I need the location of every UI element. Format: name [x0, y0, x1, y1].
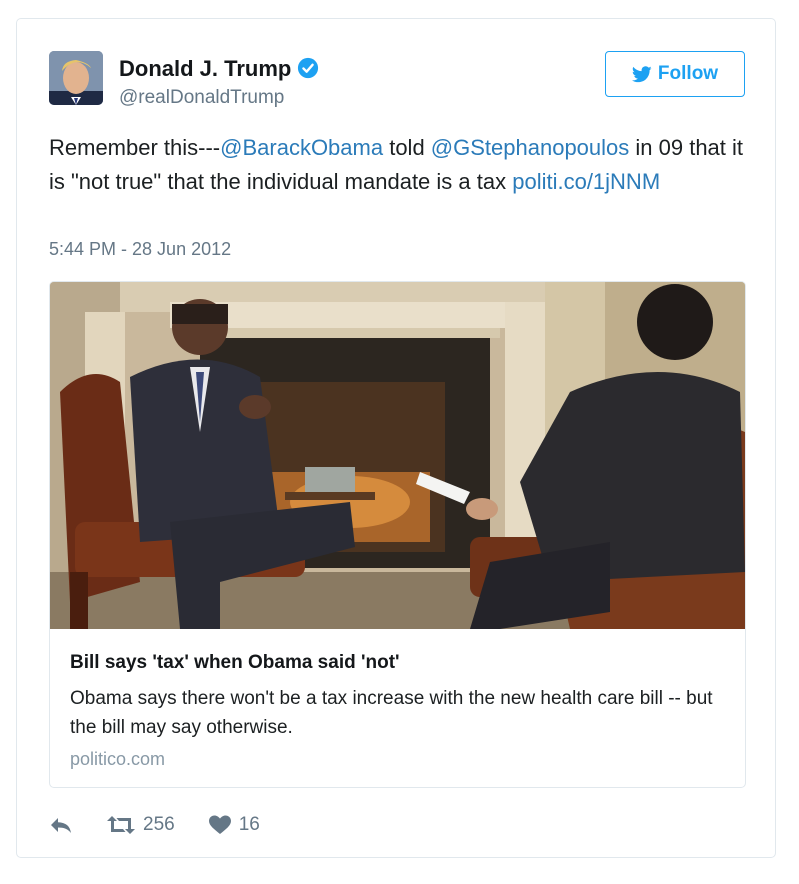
link-card-image[interactable]	[50, 282, 745, 629]
like-count: 16	[238, 814, 260, 835]
mention-barackobama[interactable]: @BarackObama	[220, 135, 383, 160]
link-card-description: Obama says there won't be a tax increase…	[70, 688, 713, 738]
mention-gstephanopoulos[interactable]: @GStephanopoulos	[431, 135, 629, 160]
tweet-text: Remember this---@BarackObama told @GStep…	[49, 131, 749, 199]
display-name-text[interactable]: Donald J. Trump	[119, 56, 291, 81]
tweet-timestamp[interactable]: 5:44 PM - 28 Jun 2012	[49, 239, 231, 260]
verified-badge-icon	[298, 58, 319, 79]
follow-button[interactable]: Follow	[605, 51, 745, 97]
display-name[interactable]: Donald J. Trump	[119, 56, 319, 82]
link-card[interactable]: Bill says 'tax' when Obama said 'not' Ob…	[49, 281, 746, 788]
retweet-icon	[107, 816, 135, 834]
tweet-text-intro: Remember this---	[49, 135, 221, 160]
link-card-domain: politico.com	[70, 749, 166, 769]
retweet-count: 256	[143, 814, 175, 835]
user-handle[interactable]: @realDonaldTrump	[119, 87, 284, 109]
follow-button-label: Follow	[657, 63, 719, 84]
retweet-button[interactable]: 256	[107, 814, 175, 836]
tweet-text-middle: told	[383, 135, 431, 160]
reply-icon	[51, 818, 71, 833]
tweet-link[interactable]: politi.co/1jNNM	[512, 169, 660, 194]
tweet-card: Donald J. Trump @realDonaldTrump Follow …	[16, 18, 776, 858]
twitter-bird-icon	[631, 65, 652, 82]
avatar-image	[49, 51, 103, 105]
heart-icon	[208, 815, 231, 834]
avatar[interactable]	[49, 51, 103, 105]
reply-button[interactable]	[49, 815, 73, 835]
link-card-title[interactable]: Bill says 'tax' when Obama said 'not'	[70, 652, 400, 674]
tweet-actions: 256 16	[49, 813, 260, 837]
like-button[interactable]: 16	[208, 814, 260, 836]
